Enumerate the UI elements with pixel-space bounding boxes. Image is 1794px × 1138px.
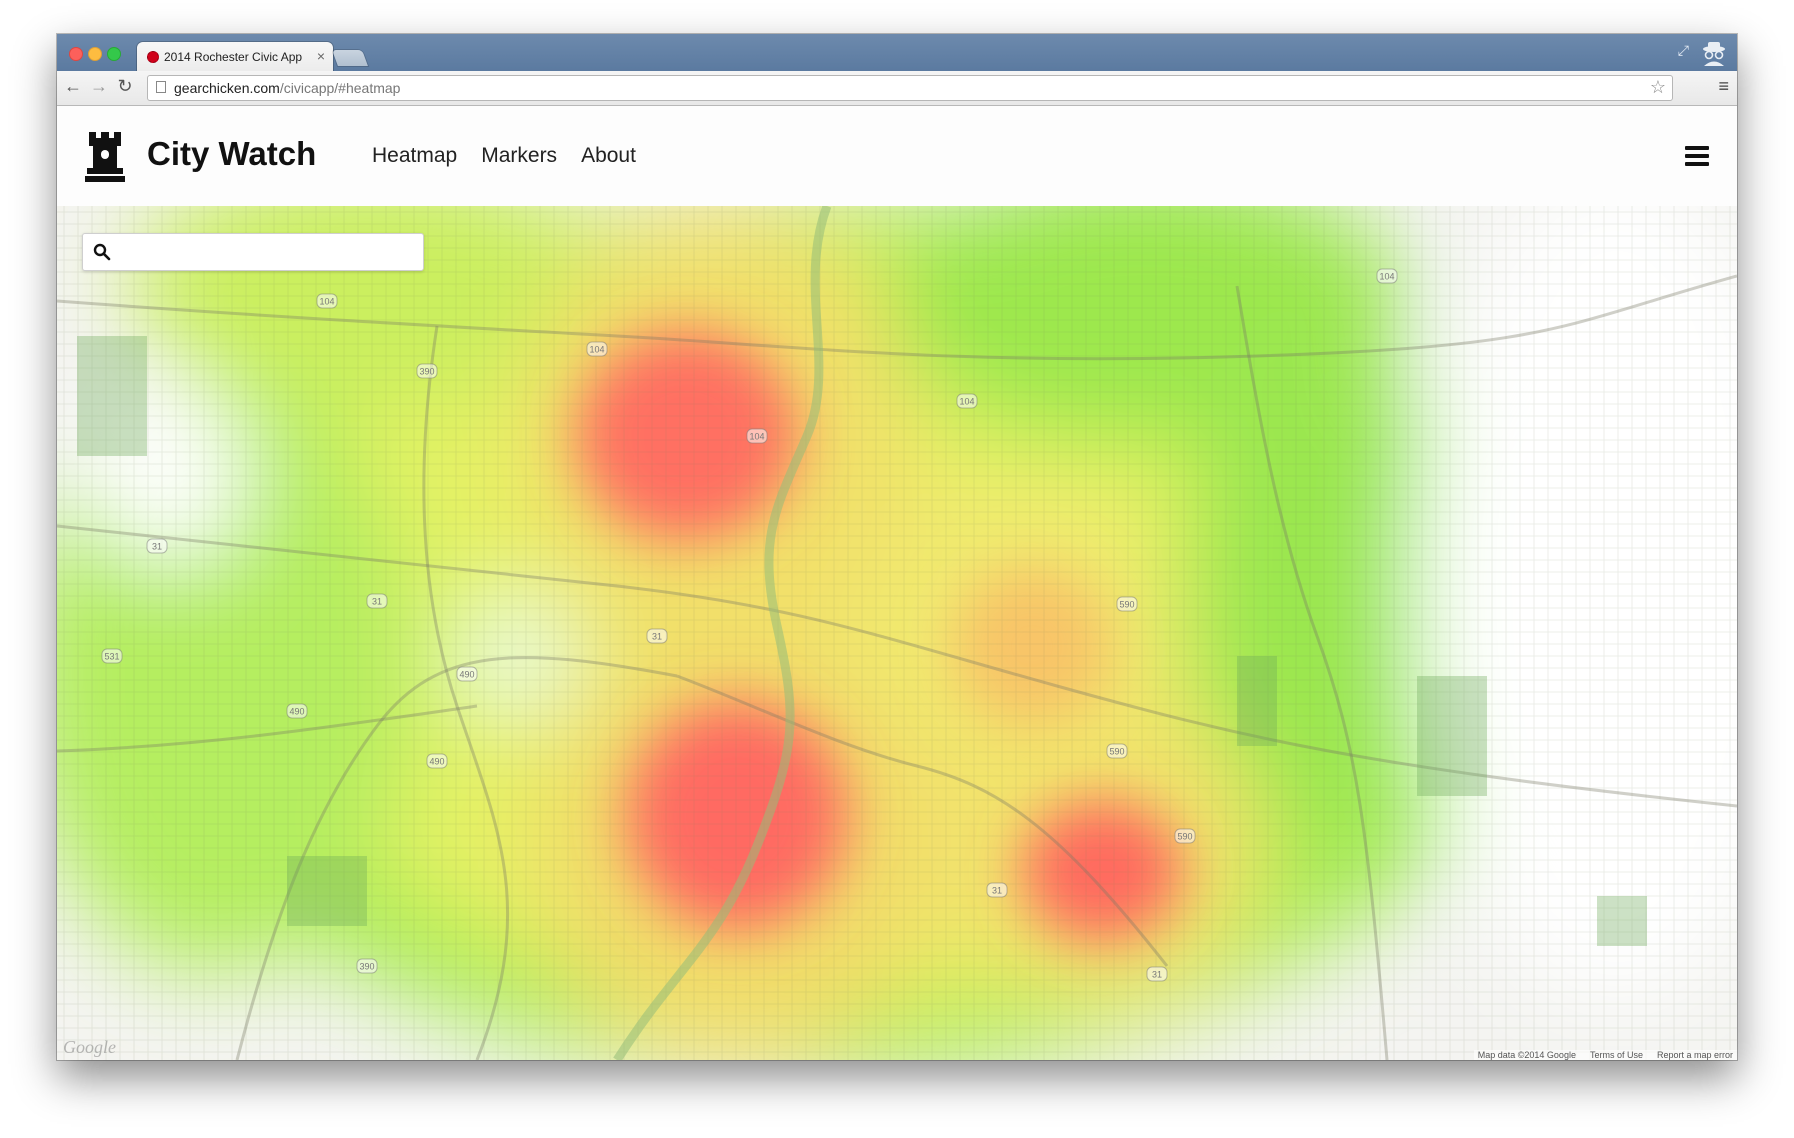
url-text[interactable]: gearchicken.com/civicapp/#heatmap	[174, 80, 400, 96]
terms-of-use-link[interactable]: Terms of Use	[1590, 1050, 1643, 1060]
url-path: /civicapp/#heatmap	[279, 80, 401, 96]
svg-text:31: 31	[152, 542, 162, 552]
road-shield-590: 590	[1174, 828, 1196, 844]
svg-text:104: 104	[959, 397, 974, 407]
search-box[interactable]	[82, 233, 424, 271]
map-attribution: Map data ©2014 Google Terms of Use Repor…	[1473, 1050, 1737, 1060]
tab-close-icon[interactable]: ×	[317, 48, 325, 64]
url-domain: gearchicken.com	[174, 80, 280, 96]
road-shield-531: 531	[101, 648, 123, 664]
report-map-error-link[interactable]: Report a map error	[1657, 1050, 1733, 1060]
zoom-window-button[interactable]	[107, 47, 121, 61]
svg-text:31: 31	[992, 886, 1002, 896]
svg-text:104: 104	[589, 345, 604, 355]
road-shield-490: 490	[426, 753, 448, 769]
svg-text:104: 104	[319, 297, 334, 307]
svg-text:31: 31	[372, 597, 382, 607]
svg-text:390: 390	[419, 367, 434, 377]
road-shield-104: 104	[586, 341, 608, 357]
svg-text:31: 31	[1152, 970, 1162, 980]
page-icon	[156, 81, 166, 93]
app-navbar: City Watch Heatmap Markers About	[57, 106, 1737, 207]
road-shield-390: 390	[356, 958, 378, 974]
browser-tab[interactable]: 2014 Rochester Civic App ×	[137, 42, 333, 71]
road-shield-31: 31	[646, 628, 668, 644]
bookmark-star-icon[interactable]: ☆	[1650, 77, 1666, 98]
svg-text:590: 590	[1177, 832, 1192, 842]
hamburger-menu-icon[interactable]	[1685, 146, 1709, 166]
address-bar[interactable]: gearchicken.com/civicapp/#heatmap ☆	[147, 75, 1673, 101]
browser-window: 2014 Rochester Civic App × ⤢ ← → ↻ gearc…	[57, 34, 1737, 1060]
close-window-button[interactable]	[69, 47, 83, 61]
tab-title: 2014 Rochester Civic App	[164, 50, 303, 64]
road-shield-31: 31	[1146, 966, 1168, 982]
search-icon	[93, 243, 111, 261]
forward-arrow-icon[interactable]: →	[89, 76, 109, 97]
road-shield-390: 390	[416, 363, 438, 379]
svg-text:104: 104	[1379, 272, 1394, 282]
svg-text:31: 31	[652, 632, 662, 642]
search-input[interactable]	[121, 240, 415, 264]
svg-text:590: 590	[1119, 600, 1134, 610]
nav-link-heatmap[interactable]: Heatmap	[372, 144, 457, 168]
road-shield-590: 590	[1106, 743, 1128, 759]
road-shield-490: 490	[286, 703, 308, 719]
road-shield-104: 104	[956, 393, 978, 409]
browser-toolbar: ← → ↻ gearchicken.com/civicapp/#heatmap …	[57, 71, 1737, 106]
new-tab-button[interactable]	[332, 50, 368, 66]
castle-tower-icon	[85, 132, 125, 182]
svg-text:490: 490	[459, 670, 474, 680]
tab-strip: 2014 Rochester Civic App × ⤢	[57, 34, 1737, 71]
browser-menu-icon[interactable]: ≡	[1718, 76, 1729, 97]
main-nav: Heatmap Markers About	[372, 144, 636, 168]
road-shield-31: 31	[366, 593, 388, 609]
incognito-icon[interactable]	[1699, 40, 1729, 66]
svg-text:531: 531	[104, 652, 119, 662]
map-data-credit: Map data ©2014 Google	[1477, 1050, 1576, 1060]
road-shield-31: 31	[146, 538, 168, 554]
fullscreen-icon[interactable]: ⤢	[1678, 42, 1689, 59]
road-shield-590: 590	[1116, 596, 1138, 612]
svg-text:390: 390	[359, 962, 374, 972]
svg-text:590: 590	[1109, 747, 1124, 757]
svg-text:104: 104	[749, 432, 764, 442]
road-shield-104: 104	[1376, 268, 1398, 284]
heatmap-map[interactable]: 104 104 104 104 104 390 31 31 31 31 31 531 490 490 490…	[57, 206, 1737, 1060]
road-shield-490: 490	[456, 666, 478, 682]
reload-icon[interactable]: ↻	[115, 76, 135, 97]
minimize-window-button[interactable]	[88, 47, 102, 61]
svg-text:490: 490	[429, 757, 444, 767]
road-shield-31: 31	[986, 882, 1008, 898]
app-title[interactable]: City Watch	[147, 135, 316, 173]
road-shield-104: 104	[316, 293, 338, 309]
back-arrow-icon[interactable]: ←	[63, 76, 83, 97]
nav-link-about[interactable]: About	[581, 144, 636, 168]
map-canvas[interactable]: 104 104 104 104 104 390 31 31 31 31 31 531 490 490 490…	[57, 206, 1737, 1060]
svg-text:490: 490	[289, 707, 304, 717]
favicon-icon	[147, 51, 159, 63]
road-shield-104: 104	[746, 428, 768, 444]
google-logo: Google	[63, 1037, 116, 1057]
nav-link-markers[interactable]: Markers	[481, 144, 557, 168]
